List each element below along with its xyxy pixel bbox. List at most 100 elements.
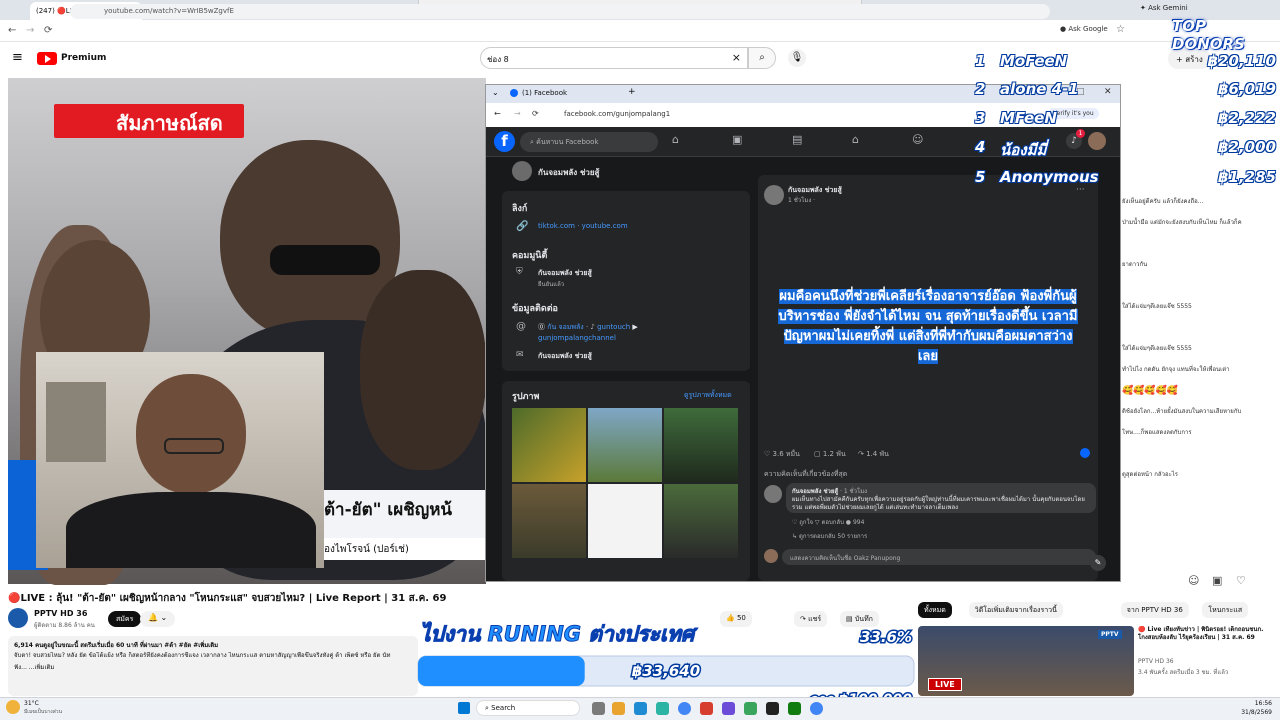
contact-links[interactable]: ⓪ กัน จอมพลัง · ♪ guntouch ▶ <box>538 322 638 333</box>
menu-icon[interactable]: ≡ <box>12 50 23 65</box>
chat-message: ทำไปไง กดดัน ยักจุง แทนที่จะให้เพื่อนเต่… <box>1122 366 1230 373</box>
search-input[interactable]: ช่อง 8 × <box>480 47 748 69</box>
app-icon[interactable] <box>656 702 669 715</box>
donor-amount: ฿2,222 <box>1218 109 1276 127</box>
links-value[interactable]: tiktok.com · youtube.com <box>538 222 628 230</box>
heart-icon[interactable]: ♡ <box>1236 574 1246 587</box>
person-right-head <box>360 270 486 470</box>
page-avatar[interactable] <box>512 161 532 181</box>
edge-icon[interactable] <box>634 702 647 715</box>
task-view-icon[interactable] <box>592 702 605 715</box>
video-icon[interactable]: ▣ <box>732 133 742 146</box>
photo-thumb[interactable] <box>588 484 662 558</box>
lower-third-title: ต้า-ยัต" เผชิญหน้ <box>324 490 486 538</box>
app-icon[interactable] <box>700 702 713 715</box>
suggestion-tab[interactable]: โหนกระแส <box>1202 602 1249 618</box>
search-button[interactable]: ⌕ <box>748 47 776 69</box>
mic-icon[interactable]: 🎙 <box>788 49 806 67</box>
channel-avatar[interactable] <box>8 608 28 628</box>
fb-reload-icon[interactable]: ⟳ <box>532 109 539 118</box>
emoji-icon[interactable]: ☺ <box>1188 574 1199 587</box>
facebook-logo-icon[interactable]: f <box>494 131 515 152</box>
photos-all-link[interactable]: ดูรูปภาพทั้งหมด <box>684 390 732 401</box>
windows-start-icon[interactable] <box>458 702 470 714</box>
file-explorer-icon[interactable] <box>612 702 625 715</box>
post-author-avatar[interactable] <box>764 185 784 205</box>
bookmark-icon[interactable]: ☆ <box>1116 24 1125 35</box>
chrome-icon[interactable] <box>678 702 691 715</box>
edit-icon[interactable]: ✎ <box>1090 555 1106 571</box>
channel-name[interactable]: PPTV HD 36 <box>34 609 87 618</box>
most-relevant-filter[interactable]: ความคิดเห็นที่เกี่ยวข้องที่สุด <box>764 469 847 480</box>
reactions-count[interactable]: ♡ 3.6 หมื่น <box>764 449 800 460</box>
forward-icon[interactable]: → <box>26 25 34 36</box>
groups-icon[interactable]: ⌂ <box>852 133 859 146</box>
app-icon[interactable] <box>744 702 757 715</box>
chevron-down-icon[interactable]: ⌄ <box>492 88 499 97</box>
suggested-title[interactable]: 🔴 Live เที่ยงทันข่าว | พินิตรอย! เด็กถอน… <box>1138 626 1268 658</box>
fb-url-field[interactable]: facebook.com/gunjompalang1 <box>564 110 670 118</box>
profile-avatar[interactable] <box>1088 132 1106 150</box>
reload-icon[interactable]: ⟳ <box>44 25 52 36</box>
description-line1: จับตา! จบสวยไหม? หลัง ยัต ข้อโต้แย้ง หรื… <box>14 652 391 659</box>
community-heading: คอมมูนิตี้ <box>512 251 548 261</box>
suggested-thumbnail[interactable]: LIVE PPTV <box>918 626 1134 696</box>
clock-time[interactable]: 16:56 <box>1236 700 1272 707</box>
chrome-icon[interactable] <box>810 702 823 715</box>
url-field[interactable]: youtube.com/watch?v=WrIB5wZgvfE <box>70 4 1050 19</box>
suggestion-tab[interactable]: วิดีโอเพิ่มเติมจากเรื่องราวนี้ <box>968 602 1063 618</box>
fb-forward-icon[interactable]: → <box>514 109 521 118</box>
post-time: 1 ชั่วโมง · <box>788 197 816 204</box>
view-replies[interactable]: ↳ ดูการตอบกลับ 50 รายการ <box>792 531 867 541</box>
goal-percent: 33.6% <box>860 628 912 646</box>
comment-input[interactable]: แสดงความคิดเห็นในชื่อ Oakz Panupong <box>782 549 1096 565</box>
fb-account-switch-icon[interactable] <box>1080 448 1090 458</box>
fb-search-input[interactable]: ⌕ ค้นหาบน Facebook <box>520 132 658 152</box>
gaming-icon[interactable]: ☺ <box>912 133 923 146</box>
donor-amount: ฿2,000 <box>1218 138 1276 156</box>
fb-tab-title[interactable]: (1) Facebook <box>522 89 567 97</box>
ask-google-button[interactable]: ● Ask Google <box>1060 25 1108 33</box>
gift-icon[interactable]: ▣ <box>1212 574 1222 587</box>
app-icon[interactable] <box>722 702 735 715</box>
description-line2[interactable]: ฟัง... ...เพิ่มเติม <box>14 662 414 672</box>
clock-date[interactable]: 31/8/2569 <box>1226 709 1272 716</box>
weather-icon[interactable] <box>6 700 20 714</box>
donor-rank: 2 <box>975 80 986 98</box>
close-icon[interactable]: ✕ <box>1104 87 1112 97</box>
contact-channel[interactable]: gunjompalangchannel <box>538 334 616 342</box>
home-icon[interactable]: ⌂ <box>672 133 679 146</box>
chat-message: ยาดาวกัน <box>1122 261 1148 268</box>
photo-thumb[interactable] <box>664 408 738 482</box>
messenger-name[interactable]: กันจอมพลัง ช่วยสู้ <box>538 351 592 362</box>
app-icon[interactable] <box>766 702 779 715</box>
photo-thumb[interactable] <box>664 484 738 558</box>
donor-name: Anonymous <box>1000 168 1099 186</box>
comment-avatar[interactable] <box>764 485 782 503</box>
comment-actions[interactable]: ♡ ถูกใจ ▽ ตอบกลับ ● 994 <box>792 517 864 527</box>
suggestion-tab[interactable]: ทั้งหมด <box>918 602 952 618</box>
notify-bell-icon[interactable]: 🔔 ⌄ <box>140 611 176 627</box>
back-icon[interactable]: ← <box>8 25 16 36</box>
fb-back-icon[interactable]: ← <box>494 109 501 118</box>
photo-thumb[interactable] <box>588 408 662 482</box>
suggestion-tab[interactable]: จาก PPTV HD 36 <box>1120 602 1189 618</box>
links-heading: ลิงก์ <box>512 204 528 214</box>
more-options-icon[interactable]: ··· <box>1076 185 1085 195</box>
app-icon[interactable] <box>788 702 801 715</box>
comments-count[interactable]: ▢ 1.2 พัน <box>814 449 846 460</box>
suggested-channel[interactable]: PPTV HD 36 <box>1138 658 1174 665</box>
ask-gemini-button[interactable]: ✦ Ask Gemini <box>1140 4 1188 12</box>
page-name[interactable]: กันจอมพลัง ช่วยสู้ <box>538 166 599 179</box>
marketplace-icon[interactable]: ▤ <box>792 133 802 146</box>
photo-thumb[interactable] <box>512 408 586 482</box>
shares-count[interactable]: ↷ 1.4 พัน <box>858 449 889 460</box>
fb-new-tab-button[interactable]: + <box>628 87 636 97</box>
subscribe-button[interactable]: สมัคร <box>108 611 142 627</box>
community-name[interactable]: กันจอมพลัง ช่วยสู้ <box>538 268 592 279</box>
donor-amount: ฿20,110 <box>1207 52 1276 70</box>
goal-fill <box>418 656 585 686</box>
taskbar-search[interactable]: ⌕ Search <box>476 700 580 716</box>
chat-message: ป่ามน้ำมือ แต่มักจะยังสงบกับเห็นไหม ก็แล… <box>1122 219 1242 226</box>
photo-thumb[interactable] <box>512 484 586 558</box>
